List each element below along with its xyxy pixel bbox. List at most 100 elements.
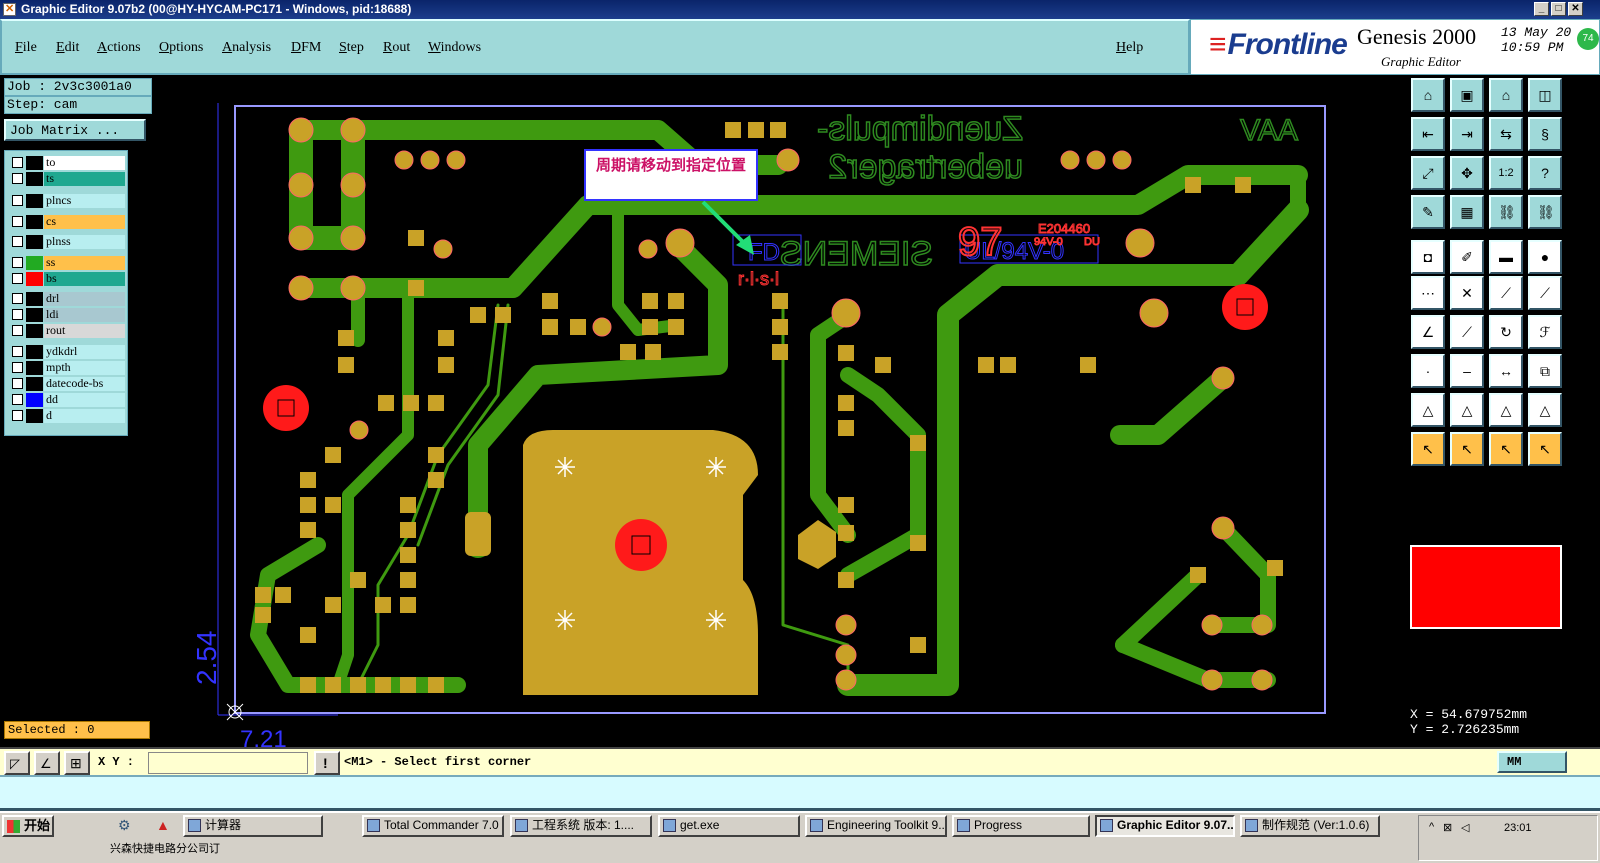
- layer-row-to[interactable]: to: [9, 156, 125, 170]
- layer-row-dd[interactable]: dd: [9, 393, 125, 407]
- layer-row-plnss[interactable]: plnss: [9, 235, 125, 249]
- toolbar-button-ratio[interactable]: 1:2: [1489, 156, 1523, 190]
- xy-input[interactable]: [148, 752, 308, 774]
- layer-row-cs[interactable]: cs: [9, 215, 125, 229]
- toolbar-button-link[interactable]: ⛓: [1489, 195, 1523, 229]
- toolbar-button-cursor3[interactable]: ↖: [1489, 432, 1523, 466]
- menu-analysis[interactable]: Analysis: [222, 40, 271, 56]
- menu-file[interactable]: File: [15, 40, 37, 56]
- layer-checkbox[interactable]: [12, 157, 23, 168]
- layer-color-swatch[interactable]: [26, 292, 43, 306]
- layer-color-swatch[interactable]: [26, 235, 43, 249]
- menu-help[interactable]: Help: [1116, 40, 1143, 56]
- toolbar-button-triangle4[interactable]: △: [1528, 393, 1562, 427]
- layer-name[interactable]: ss: [44, 256, 125, 270]
- layer-name[interactable]: rout: [44, 324, 125, 338]
- layer-name[interactable]: plnss: [44, 235, 125, 249]
- layer-name[interactable]: drl: [44, 292, 125, 306]
- start-button[interactable]: 开始: [2, 815, 54, 837]
- layer-checkbox[interactable]: [12, 293, 23, 304]
- layer-color-swatch[interactable]: [26, 345, 43, 359]
- toolbar-button-chain[interactable]: ⛓: [1528, 195, 1562, 229]
- menu-dfm[interactable]: DFM: [291, 40, 321, 56]
- layer-name[interactable]: d: [44, 409, 125, 423]
- layer-row-ts[interactable]: ts: [9, 172, 125, 186]
- toolbar-button-minus[interactable]: –: [1450, 354, 1484, 388]
- layer-name[interactable]: plncs: [44, 194, 125, 208]
- taskbar-item[interactable]: 制作规范 (Ver:1.0.6): [1240, 815, 1380, 837]
- toolbar-button-measure[interactable]: ↔: [1489, 354, 1523, 388]
- job-matrix-button[interactable]: Job Matrix ...: [4, 119, 146, 141]
- toolbar-button-tool[interactable]: ✎: [1411, 195, 1445, 229]
- toolbar-button-cursor[interactable]: ↖: [1411, 432, 1445, 466]
- menu-rout[interactable]: Rout: [383, 40, 410, 56]
- taskbar-item[interactable]: 工程系统 版本: 1....: [510, 815, 652, 837]
- layer-checkbox[interactable]: [12, 173, 23, 184]
- toolbar-button-line[interactable]: ⟋: [1489, 276, 1523, 310]
- layer-row-ydkdrl[interactable]: ydkdrl: [9, 345, 125, 359]
- layer-checkbox[interactable]: [12, 394, 23, 405]
- grid-button[interactable]: ⊞: [64, 751, 90, 775]
- layer-checkbox[interactable]: [12, 195, 23, 206]
- toolbar-button-cursor2[interactable]: ↖: [1450, 432, 1484, 466]
- layer-row-ss[interactable]: ss: [9, 256, 125, 270]
- toolbar-button-home[interactable]: ⌂: [1411, 78, 1445, 112]
- toolbar-button-house[interactable]: ⌂: [1489, 78, 1523, 112]
- layer-checkbox[interactable]: [12, 309, 23, 320]
- layer-color-swatch[interactable]: [26, 361, 43, 375]
- layer-name[interactable]: dd: [44, 393, 125, 407]
- layer-color-swatch[interactable]: [26, 393, 43, 407]
- close-button[interactable]: ✕: [1568, 2, 1583, 16]
- layer-row-d[interactable]: d: [9, 409, 125, 423]
- layer-checkbox[interactable]: [12, 273, 23, 284]
- layer-color-swatch[interactable]: [26, 172, 43, 186]
- toolbar-button-dot[interactable]: ●: [1528, 240, 1562, 274]
- layer-color-swatch[interactable]: [26, 215, 43, 229]
- toolbar-button-select[interactable]: ◘: [1411, 240, 1445, 274]
- taskbar-item[interactable]: Engineering Toolkit 9....: [805, 815, 947, 837]
- notification-badge[interactable]: 74: [1577, 28, 1599, 50]
- toolbar-button-grid[interactable]: ▦: [1450, 195, 1484, 229]
- layer-checkbox[interactable]: [12, 236, 23, 247]
- toolbar-button-triangle2[interactable]: △: [1450, 393, 1484, 427]
- toolbar-button-arrow-right[interactable]: ⇥: [1450, 117, 1484, 151]
- layer-row-bs[interactable]: bs: [9, 272, 125, 286]
- layer-color-swatch[interactable]: [26, 308, 43, 322]
- toolbar-button-pan[interactable]: ✥: [1450, 156, 1484, 190]
- toolbar-button-cross[interactable]: ✕: [1450, 276, 1484, 310]
- layer-name[interactable]: to: [44, 156, 125, 170]
- layer-color-swatch[interactable]: [26, 156, 43, 170]
- layer-checkbox[interactable]: [12, 410, 23, 421]
- taskbar-item[interactable]: 计算器: [183, 815, 323, 837]
- tray-expand-icon[interactable]: ^: [1429, 821, 1434, 833]
- layer-name[interactable]: bs: [44, 272, 125, 286]
- maximize-button[interactable]: □: [1551, 2, 1566, 16]
- toolbar-button-swap[interactable]: ⇆: [1489, 117, 1523, 151]
- layer-color-swatch[interactable]: [26, 256, 43, 270]
- layer-name[interactable]: cs: [44, 215, 125, 229]
- toolbar-button-angle[interactable]: ∠: [1411, 315, 1445, 349]
- toolbar-button-fit[interactable]: ⤢: [1411, 156, 1445, 190]
- layer-checkbox[interactable]: [12, 216, 23, 227]
- layer-row-datecode-bs[interactable]: datecode-bs: [9, 377, 125, 391]
- layer-color-swatch[interactable]: [26, 409, 43, 423]
- volume-icon[interactable]: ◁: [1461, 821, 1469, 834]
- layer-row-ldi[interactable]: ldi: [9, 308, 125, 322]
- layer-checkbox[interactable]: [12, 325, 23, 336]
- toolbar-button-triangle3[interactable]: △: [1489, 393, 1523, 427]
- quicklaunch-icon[interactable]: ⚙: [118, 817, 131, 834]
- toolbar-button-rotate[interactable]: ↻: [1489, 315, 1523, 349]
- network-icon[interactable]: ⊠: [1443, 821, 1452, 834]
- pcb-view[interactable]: 2.54 7.21 Zuendimpuls- uebertrager2 SIEM…: [158, 75, 1408, 747]
- toolbar-button-ff[interactable]: ℱ: [1528, 315, 1562, 349]
- layer-name[interactable]: ldi: [44, 308, 125, 322]
- menu-edit[interactable]: Edit: [56, 40, 79, 56]
- menu-windows[interactable]: Windows: [428, 40, 481, 56]
- layer-checkbox[interactable]: [12, 346, 23, 357]
- toolbar-button-triangle[interactable]: △: [1411, 393, 1445, 427]
- toolbar-button-split[interactable]: ◫: [1528, 78, 1562, 112]
- toolbar-button-cursor4[interactable]: ↖: [1528, 432, 1562, 466]
- layer-row-mpth[interactable]: mpth: [9, 361, 125, 375]
- menu-options[interactable]: Options: [159, 40, 203, 56]
- zoom-window-button[interactable]: ◸: [4, 751, 30, 775]
